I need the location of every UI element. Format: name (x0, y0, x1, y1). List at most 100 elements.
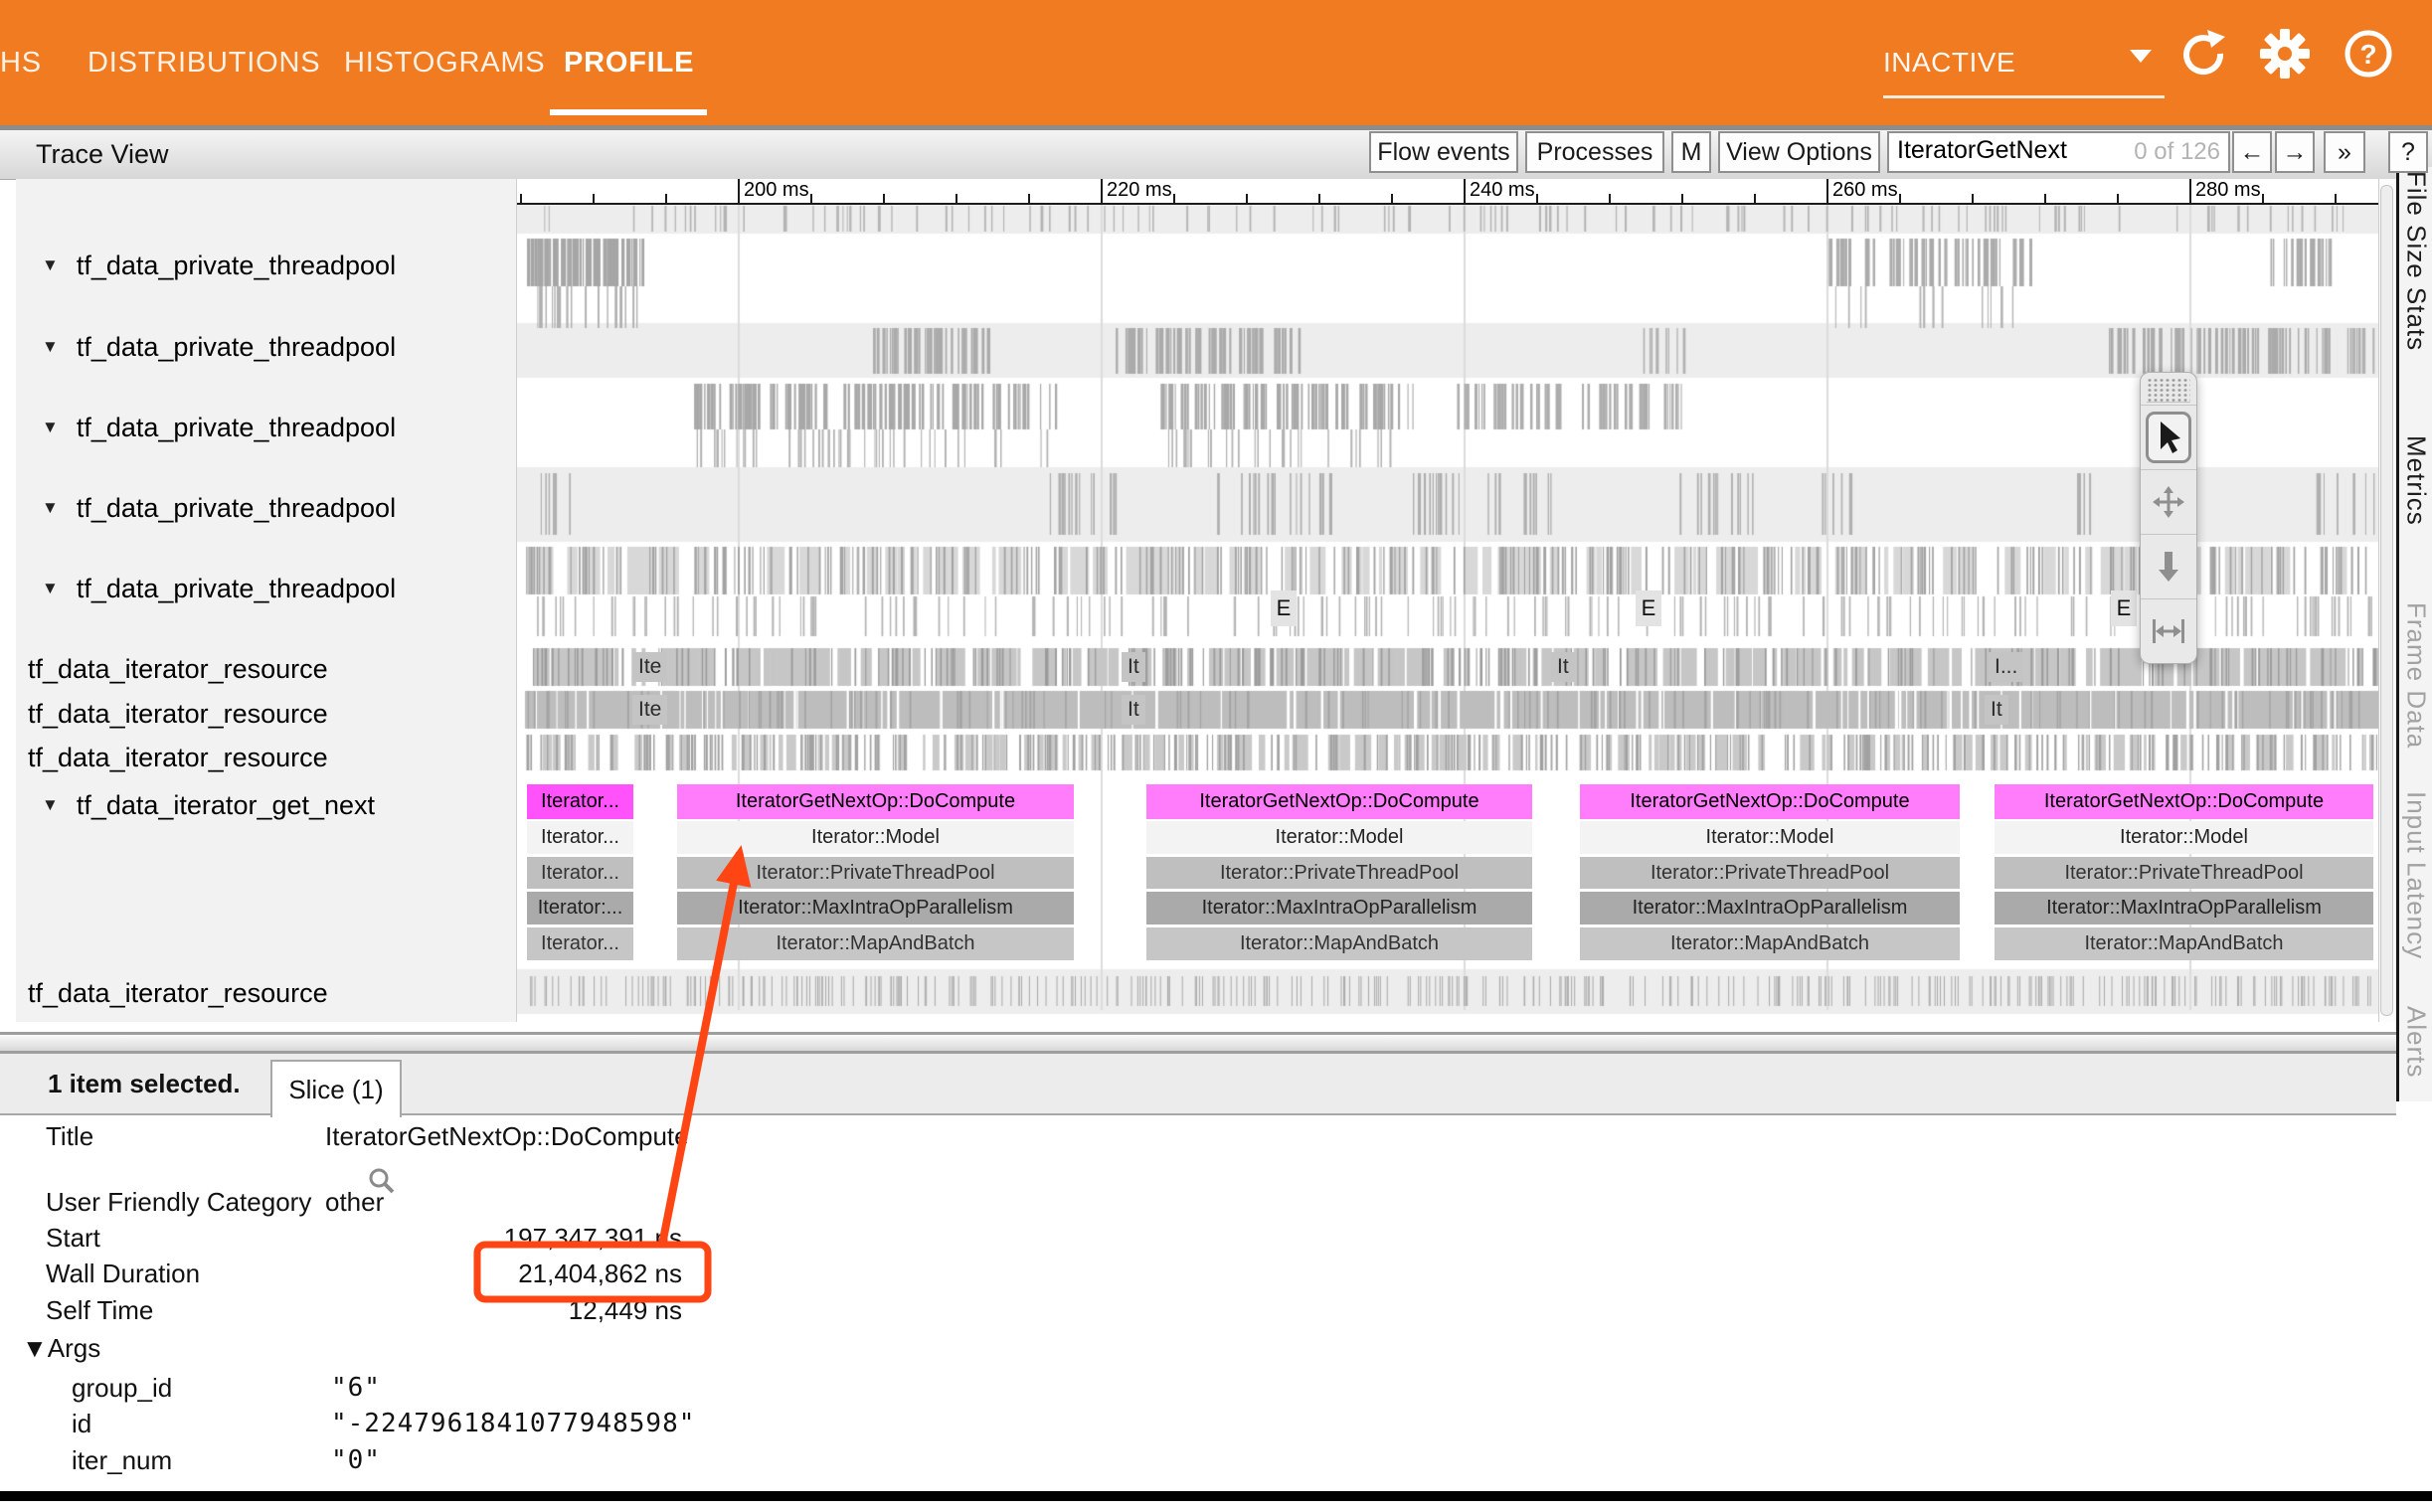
resource-slice-label[interactable]: Ite (632, 652, 667, 682)
measure-horizontal-icon (2151, 613, 2186, 649)
collapse-arrow-icon[interactable]: ▼ (42, 795, 59, 815)
collapse-arrow-icon[interactable]: ▼ (42, 418, 59, 437)
slice-iterator-privatethreadpool[interactable]: Iterator::PrivateThreadPool (677, 857, 1074, 889)
resource-slice-label[interactable]: It (1551, 652, 1575, 682)
track-label-tf-data-iterator-resource[interactable]: tf_data_iterator_resource (28, 695, 328, 733)
slice-iterator-get-next-op[interactable]: IteratorGetNextOp::DoCompute (1995, 784, 2373, 819)
refresh-icon[interactable] (2177, 28, 2229, 80)
tab-profile[interactable]: PROFILE (564, 0, 694, 125)
slice-iterator-privatethreadpool[interactable]: Iterator::PrivateThreadPool (1146, 857, 1532, 889)
side-tab-file-size-stats[interactable]: File Size Stats (2401, 171, 2431, 390)
slice-iterator-[interactable]: Iterator... (527, 821, 633, 854)
palette-grip[interactable] (2147, 378, 2190, 403)
resource-slice-label[interactable]: It (1985, 695, 2008, 725)
tab-histograms[interactable]: HISTOGRAMS (344, 0, 545, 125)
track-label-tf-data-private-threadpool[interactable]: ▼tf_data_private_threadpool (42, 570, 396, 607)
slice-iterator-model[interactable]: Iterator::Model (1995, 821, 2373, 854)
toolbar-button-processes[interactable]: Processes (1525, 131, 1664, 173)
slice-iterator-[interactable]: Iterator... (527, 927, 633, 960)
run-status-select[interactable]: INACTIVE (1883, 0, 2015, 125)
slice-iterator-mapandbatch[interactable]: Iterator::MapAndBatch (1995, 927, 2373, 960)
slice-iterator-[interactable]: Iterator... (527, 857, 633, 889)
track-label-text: tf_data_iterator_get_next (77, 790, 375, 821)
ruler-minor-tick (1246, 194, 1248, 203)
collapse-arrow-icon[interactable]: ▼ (42, 255, 59, 275)
resource-slice-label[interactable]: Ite (632, 695, 667, 725)
track-label-tf-data-private-threadpool[interactable]: ▼tf_data_private_threadpool (42, 328, 396, 366)
collapse-arrow-icon[interactable]: ▼ (42, 579, 59, 598)
track-label-tf-data-private-threadpool[interactable]: ▼tf_data_private_threadpool (42, 409, 396, 446)
args-section-toggle[interactable]: ▼Args (22, 1331, 100, 1365)
tool-pan-icon[interactable] (2141, 469, 2196, 534)
track-label-tf-data-iterator-resource[interactable]: tf_data_iterator_resource (28, 739, 328, 776)
track-label-tf-data-iterator-resource[interactable]: tf_data_iterator_resource (28, 650, 328, 688)
ruler-minor-tick (1972, 194, 1974, 203)
collapse-arrow-icon[interactable]: ▼ (42, 498, 59, 518)
detail-value-start: 197,347,391 ns (330, 1221, 682, 1255)
slice-iterator-maxintraopparallelism[interactable]: Iterator::MaxIntraOpParallelism (1580, 892, 1960, 924)
toolbar-button-view-options[interactable]: View Options (1718, 131, 1880, 173)
resource-slice-label[interactable]: It (1122, 652, 1145, 682)
chevron-down-icon[interactable] (2130, 50, 2152, 63)
tab-distributions[interactable]: DISTRIBUTIONS (87, 0, 320, 125)
settings-icon[interactable] (2259, 28, 2311, 80)
slice-iterator-[interactable]: Iterator:... (527, 892, 633, 924)
ruler-minor-tick (1318, 194, 1320, 203)
search-input[interactable]: IteratorGetNext 0 of 126 (1887, 131, 2230, 173)
event-marker-E[interactable]: E (1636, 590, 1661, 626)
track-label-tf-data-private-threadpool[interactable]: ▼tf_data_private_threadpool (42, 247, 396, 284)
detail-value-title: IteratorGetNextOp::DoCompute (325, 1119, 689, 1153)
search-title-icon[interactable] (366, 1165, 398, 1197)
track-label-tf-data-private-threadpool[interactable]: ▼tf_data_private_threadpool (42, 489, 396, 527)
slice-iterator-get-next-op[interactable]: IteratorGetNextOp::DoCompute (1146, 784, 1532, 819)
slice-iterator-get-next-op[interactable]: IteratorGetNextOp::DoCompute (677, 784, 1074, 819)
expand-results-button[interactable]: » (2324, 131, 2365, 173)
ruler-minor-tick (1173, 194, 1175, 203)
tab-hs[interactable]: HS (0, 0, 42, 125)
event-marker-E[interactable]: E (1271, 590, 1297, 626)
resource-slice-label[interactable]: It (1122, 695, 1145, 725)
ruler-major-tick (1826, 179, 1828, 203)
slice-iterator-privatethreadpool[interactable]: Iterator::PrivateThreadPool (1995, 857, 2373, 889)
find-previous-button[interactable]: ← (2232, 131, 2272, 173)
tool-cursor-icon[interactable] (2141, 405, 2196, 469)
side-tab-frame-data[interactable]: Frame Data (2401, 602, 2431, 791)
track-label-tf-data-iterator-resource[interactable]: tf_data_iterator_resource (28, 974, 328, 1012)
track-label-tf-data-iterator-get-next[interactable]: ▼ tf_data_iterator_get_next (42, 786, 375, 824)
find-next-button[interactable]: → (2275, 131, 2315, 173)
slice-iterator-mapandbatch[interactable]: Iterator::MapAndBatch (677, 927, 1074, 960)
side-tab-input-latency[interactable]: Input Latency (2401, 791, 2431, 1005)
slice-iterator-maxintraopparallelism[interactable]: Iterator::MaxIntraOpParallelism (677, 892, 1074, 924)
slice-iterator-model[interactable]: Iterator::Model (1146, 821, 1532, 854)
slice-iterator-get-next-op[interactable]: Iterator... (527, 784, 633, 819)
tool-measure-horizontal-icon[interactable] (2141, 598, 2196, 663)
ruler-minor-tick (1681, 194, 1683, 203)
toolbar-button-flow-events[interactable]: Flow events (1369, 131, 1518, 173)
resource-slice-label[interactable]: I... (1989, 652, 2023, 682)
side-tab-metrics[interactable]: Metrics (2401, 435, 2431, 575)
collapse-arrow-icon[interactable]: ▼ (42, 337, 59, 357)
cursor-icon (2146, 412, 2191, 463)
slice-iterator-model[interactable]: Iterator::Model (1580, 821, 1960, 854)
panel-splitter[interactable] (0, 1032, 2396, 1054)
event-marker-E[interactable]: E (2111, 590, 2137, 626)
toolbar-button-m[interactable]: M (1671, 131, 1711, 173)
slice-iterator-maxintraopparallelism[interactable]: Iterator::MaxIntraOpParallelism (1995, 892, 2373, 924)
detail-label-user-friendly-category: User Friendly Category (46, 1185, 311, 1219)
side-tab-alerts[interactable]: Alerts (2401, 1006, 2431, 1101)
ruler-major-tick (2189, 179, 2191, 203)
slice-iterator-mapandbatch[interactable]: Iterator::MapAndBatch (1146, 927, 1532, 960)
ruler-minor-tick (1609, 194, 1611, 203)
help-icon[interactable]: ? (2343, 28, 2394, 80)
tool-zoom-vertical-icon[interactable] (2141, 534, 2196, 598)
slice-iterator-model[interactable]: Iterator::Model (677, 821, 1074, 854)
vertical-scrollbar-thumb[interactable] (2380, 185, 2393, 1016)
slice-iterator-mapandbatch[interactable]: Iterator::MapAndBatch (1580, 927, 1960, 960)
help-button[interactable]: ? (2388, 131, 2428, 173)
ruler-tick-label: 280 ms (2195, 179, 2261, 202)
slice-iterator-get-next-op[interactable]: IteratorGetNextOp::DoCompute (1580, 784, 1960, 819)
tab-slice[interactable]: Slice (1) (270, 1060, 402, 1117)
slice-iterator-maxintraopparallelism[interactable]: Iterator::MaxIntraOpParallelism (1146, 892, 1532, 924)
trace-tool-palette[interactable] (2140, 372, 2197, 664)
slice-iterator-privatethreadpool[interactable]: Iterator::PrivateThreadPool (1580, 857, 1960, 889)
